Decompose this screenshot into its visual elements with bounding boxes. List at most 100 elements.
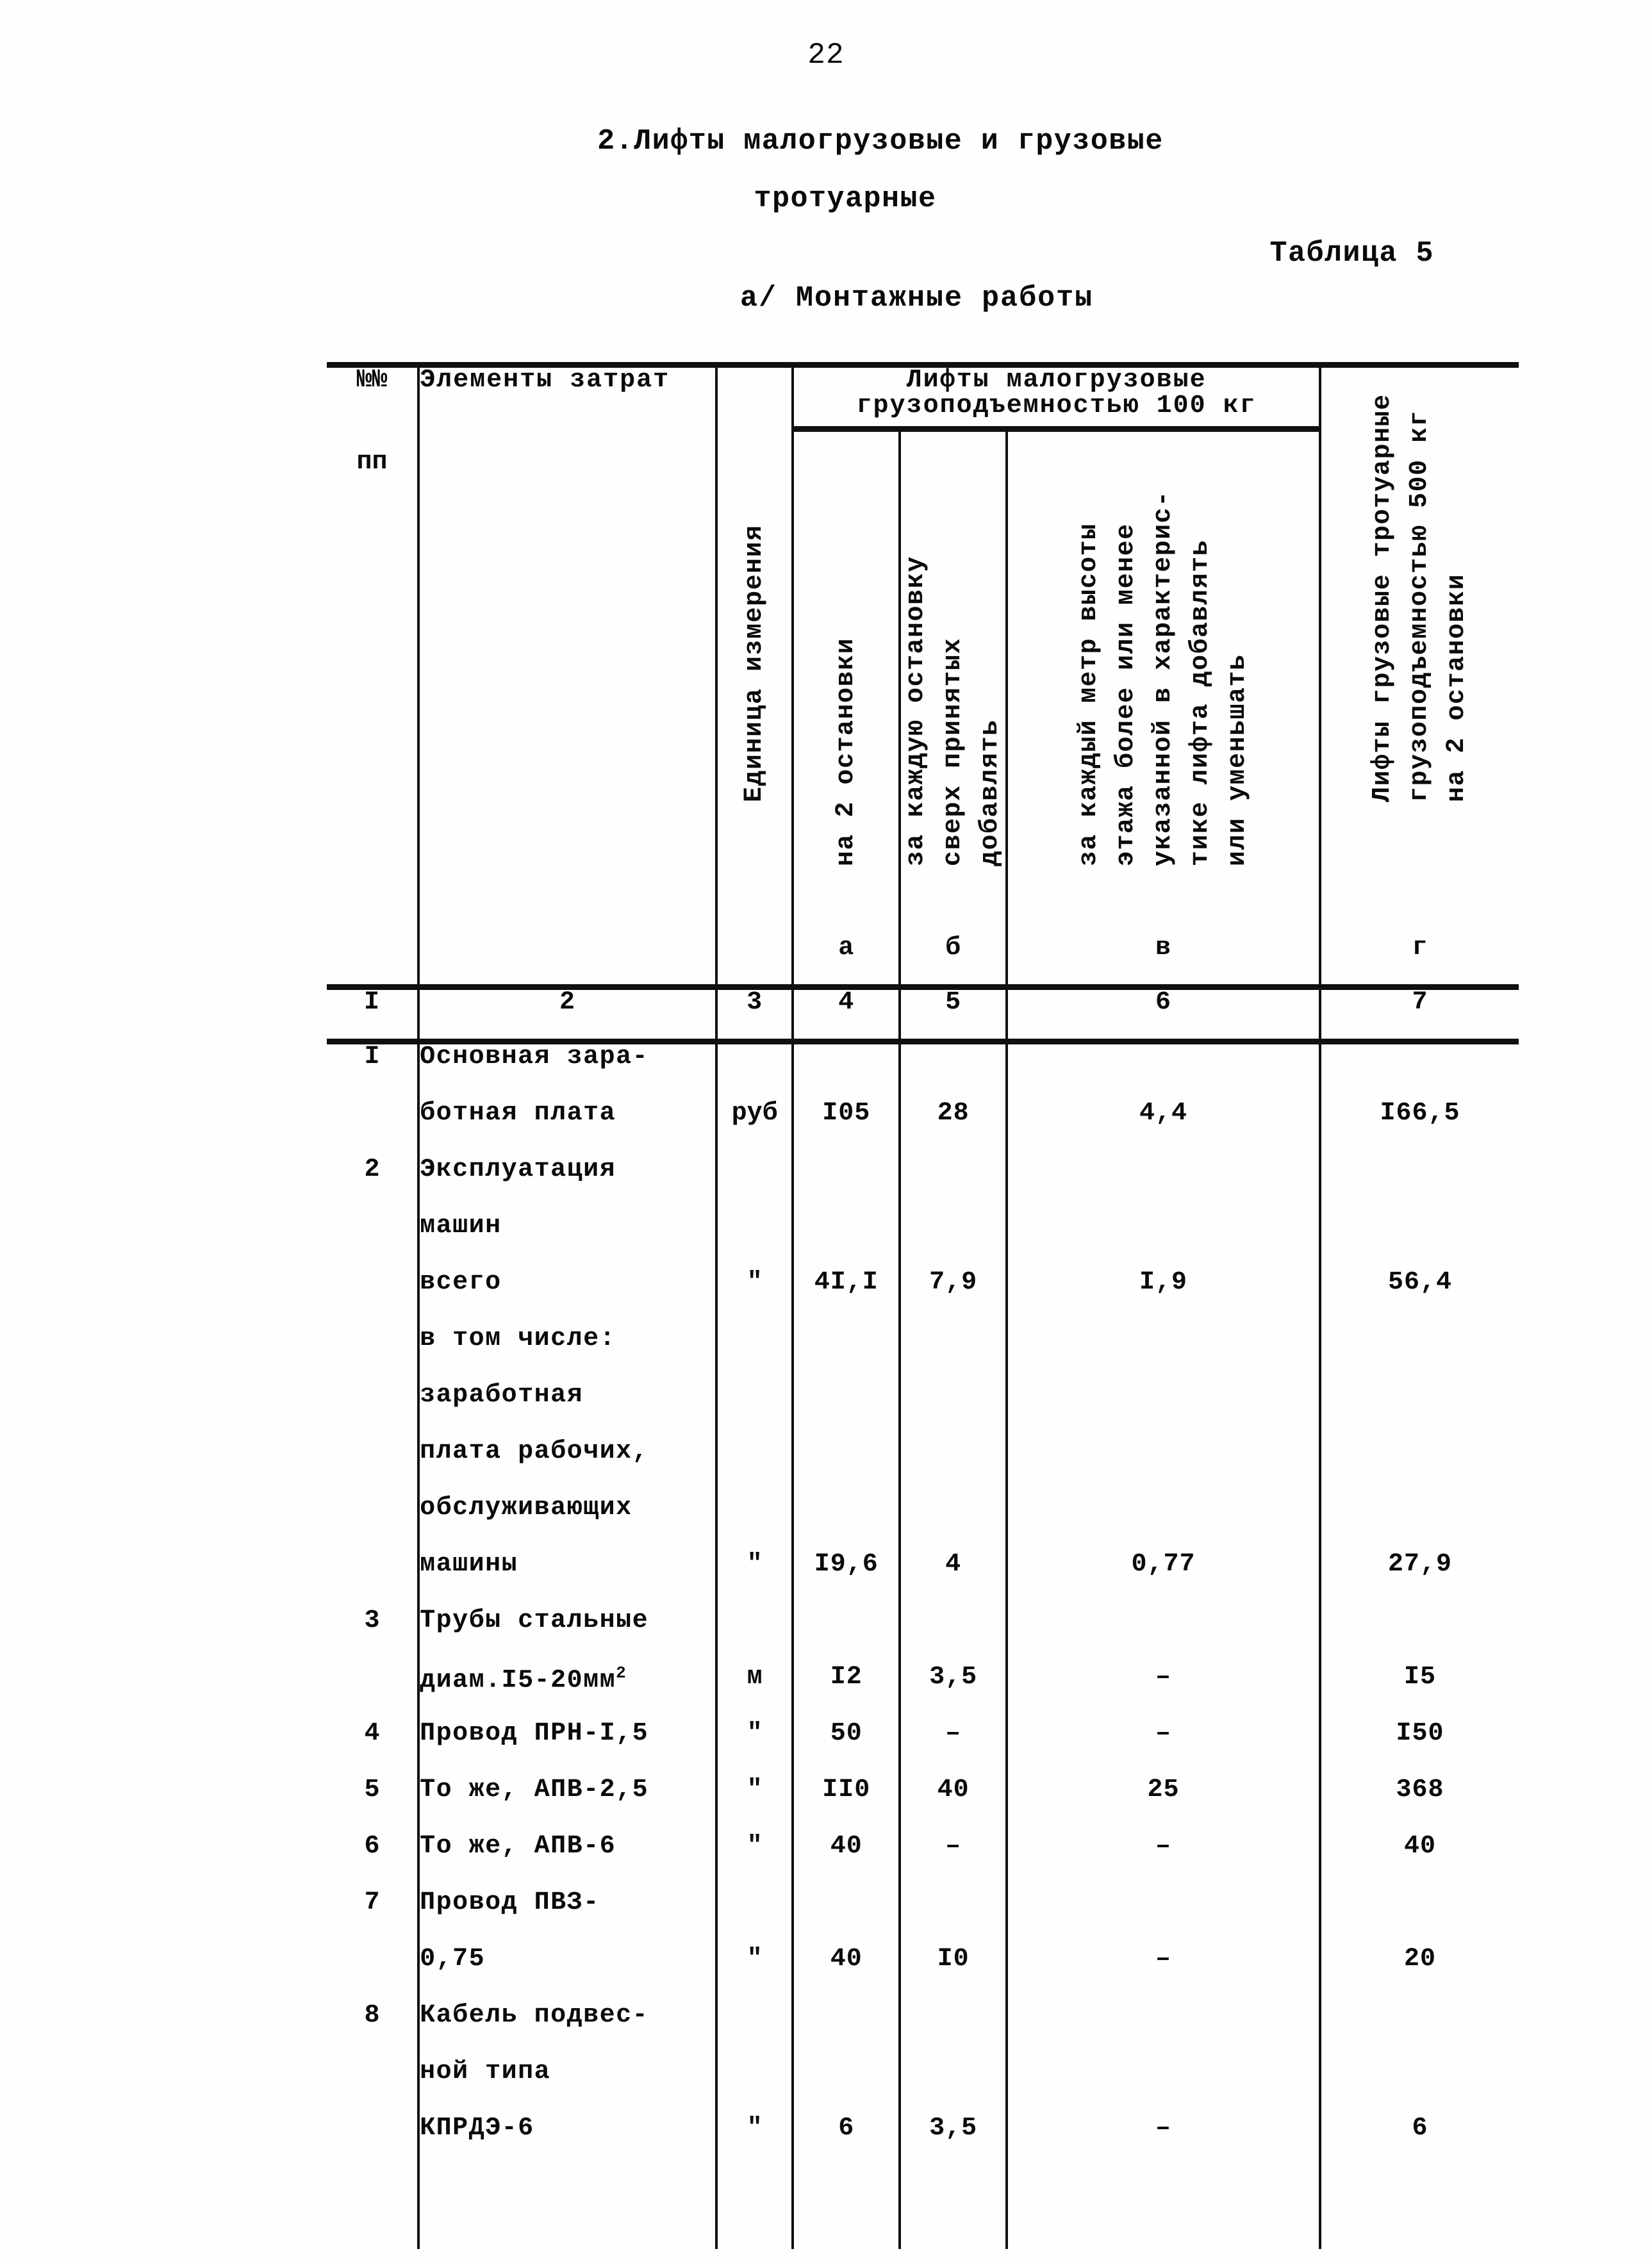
row-unit-cell <box>715 2059 795 2116</box>
letter-cell-g: г <box>1318 935 1519 987</box>
row-value-v-cell <box>1005 1496 1321 1552</box>
number-cell-2: 2 <box>417 987 718 1042</box>
col-header-v-box: за каждый метр высоты этажа более или ме… <box>1008 432 1319 878</box>
row-value-g-cell <box>1318 1157 1519 1214</box>
row-value-a-cell: I2 <box>791 1665 902 1721</box>
table-body: I Основная зара-ботная плата руб I05 28 4,4 I6… <box>327 1041 1519 2249</box>
table-tail-cell <box>327 2172 418 2249</box>
row-unit-cell: " <box>715 1552 795 1608</box>
row-value-a-cell: 4I,I <box>791 1270 902 1326</box>
row-value-g-cell: 6 <box>1318 2116 1519 2172</box>
row-value-g-cell <box>1318 1496 1519 1552</box>
row-value-g-cell: I5 <box>1318 1665 1519 1721</box>
row-value-b-cell <box>898 1326 1009 1383</box>
row-element-cell: Основная зара- <box>417 1041 718 1101</box>
col-header-500kg-label: Лифты грузовые тротуарные грузоподъемнос… <box>1367 393 1471 802</box>
row-element-cell: Кабель подвес- <box>417 2003 718 2059</box>
row-number-cell <box>327 1214 420 1270</box>
row-value-a-cell <box>791 1214 902 1270</box>
number-cell-5: 5 <box>898 987 1009 1042</box>
col-header-number: №№ пп <box>327 362 420 935</box>
row-number-cell: 3 <box>327 1608 420 1665</box>
col-header-b-box: за каждую остановку сверх принятых добав… <box>901 432 1005 878</box>
row-number-cell <box>327 1439 420 1496</box>
row-value-a-cell: I9,6 <box>791 1552 902 1608</box>
number-cell-1: I <box>327 987 420 1042</box>
row-element-cell: Провод ПРН-I,5 <box>417 1721 718 1777</box>
row-number-cell: 2 <box>327 1157 420 1214</box>
row-value-b-cell: 3,5 <box>898 1665 1009 1721</box>
col-header-500kg-box: Лифты грузовые тротуарные грузоподъемнос… <box>1321 368 1519 935</box>
superscript-exponent: 2 <box>616 1663 627 1683</box>
row-number-cell: 4 <box>327 1721 420 1777</box>
row-value-b-cell <box>898 1890 1009 1947</box>
row-value-a-cell <box>791 2003 902 2059</box>
table-row: плата рабочих, <box>327 1439 1519 1496</box>
row-unit-cell: " <box>715 2116 795 2172</box>
col-header-v-label: за каждый метр высоты этажа более или ме… <box>1074 490 1252 867</box>
table-header-row-group: №№ пп Элементы затрат Единица измерения … <box>327 361 1519 935</box>
col-header-group-100kg: Лифты малогрузовые грузоподъемностью 100… <box>791 361 1321 433</box>
row-number-cell <box>327 1383 420 1439</box>
table-tail-rails <box>327 2172 1519 2249</box>
row-value-a-cell <box>791 1157 902 1214</box>
row-value-b-cell: – <box>898 1834 1009 1890</box>
row-number-cell <box>327 1947 420 2003</box>
row-value-b-cell <box>898 1496 1009 1552</box>
number-cell-3: 3 <box>715 987 795 1042</box>
row-number-cell: 7 <box>327 1890 420 1947</box>
page-number: 22 <box>807 38 845 72</box>
col-header-number-line1: №№ <box>356 366 388 395</box>
row-value-v-cell <box>1005 2059 1321 2116</box>
row-value-a-cell: II0 <box>791 1777 902 1834</box>
col-header-b-label: за каждую остановку сверх принятых добав… <box>901 556 1005 867</box>
row-number-cell <box>327 1552 420 1608</box>
row-value-a-cell <box>791 1496 902 1552</box>
row-value-g-cell: 27,9 <box>1318 1552 1519 1608</box>
row-element-cell: Провод ПВЗ- <box>417 1890 718 1947</box>
table-row: машины " I9,6 4 0,77 27,9 <box>327 1552 1519 1608</box>
letter-cell-a: а <box>791 935 902 987</box>
row-number-cell <box>327 2116 420 2172</box>
row-value-v-cell <box>1005 1890 1321 1947</box>
row-value-b-cell: 40 <box>898 1777 1009 1834</box>
table-tail-cell <box>715 2172 795 2249</box>
row-value-b-cell <box>898 1439 1009 1496</box>
row-number-cell: 5 <box>327 1777 420 1834</box>
row-element-cell: всего <box>417 1270 718 1326</box>
row-number-cell <box>327 1665 420 1721</box>
row-value-a-cell <box>791 1326 902 1383</box>
row-value-b-cell: 3,5 <box>898 2116 1009 2172</box>
row-number-cell <box>327 2059 420 2116</box>
row-unit-cell <box>715 1157 795 1214</box>
row-element-cell: ботная плата <box>417 1101 718 1157</box>
row-value-v-cell <box>1005 1326 1321 1383</box>
row-value-g-cell: I50 <box>1318 1721 1519 1777</box>
row-value-b-cell: 28 <box>898 1101 1009 1157</box>
row-value-b-cell <box>898 1157 1009 1214</box>
row-value-v-cell <box>1005 1608 1321 1665</box>
col-header-b: за каждую остановку сверх принятых добав… <box>898 429 1009 935</box>
row-number-cell <box>327 1270 420 1326</box>
table-row: ной типа <box>327 2059 1519 2116</box>
table-number-row: I 2 3 4 5 6 7 <box>327 987 1519 1042</box>
row-value-g-cell: 20 <box>1318 1947 1519 2003</box>
row-unit-cell: м <box>715 1665 795 1721</box>
row-value-b-cell: I0 <box>898 1947 1009 2003</box>
col-header-group-500kg: Лифты грузовые тротуарные грузоподъемнос… <box>1318 362 1519 935</box>
section-heading-line2: тротуарные <box>754 183 937 215</box>
row-unit-cell: " <box>715 1947 795 2003</box>
row-unit-cell <box>715 1214 795 1270</box>
row-element-cell: заработная <box>417 1383 718 1439</box>
row-unit-cell: " <box>715 1270 795 1326</box>
letter-cell-v: в <box>1005 935 1321 987</box>
row-value-b-cell <box>898 1383 1009 1439</box>
table-row: 7 Провод ПВЗ- <box>327 1890 1519 1947</box>
table-tail-cell <box>898 2172 1009 2249</box>
row-value-b-cell <box>898 1608 1009 1665</box>
table-row: I Основная зара- <box>327 1041 1519 1101</box>
table-row: 4 Провод ПРН-I,5 " 50– – I50 <box>327 1721 1519 1777</box>
row-element-cell: То же, АПВ-6 <box>417 1834 718 1890</box>
row-value-v-cell <box>1005 1383 1321 1439</box>
table-row: 0,75 " 40 I0–20 <box>327 1947 1519 2003</box>
